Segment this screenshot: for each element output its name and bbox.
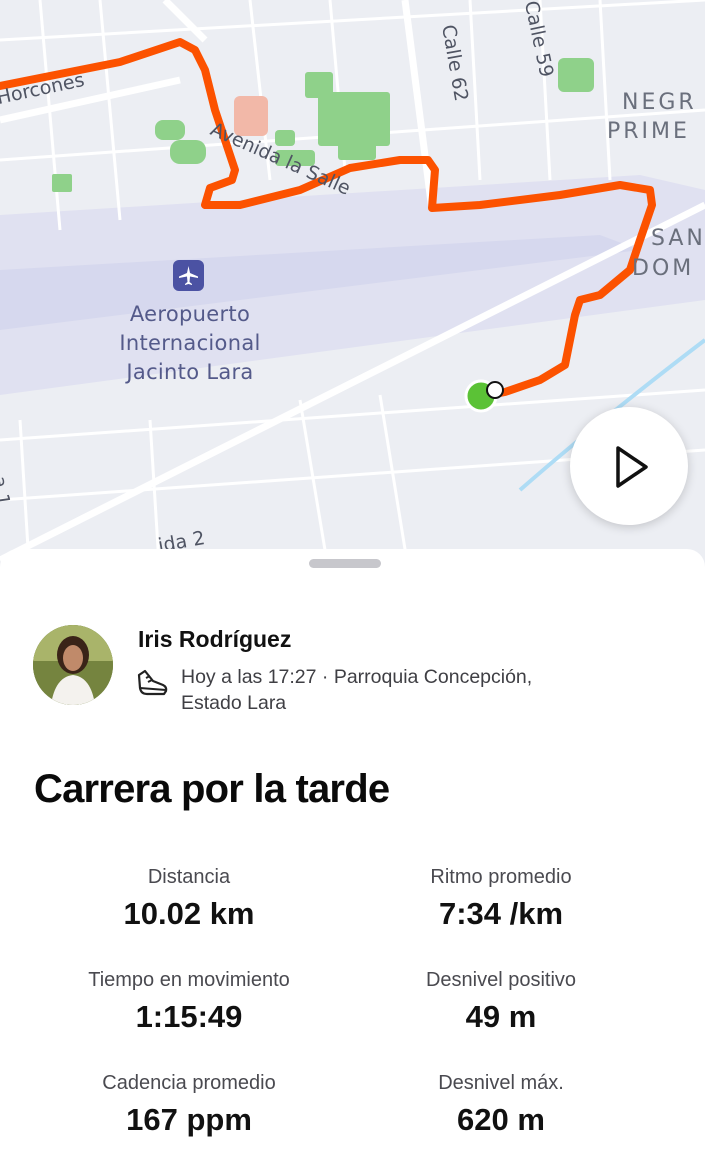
stat-value: 49 m	[465, 999, 537, 1034]
stat-label: Desnivel máx.	[438, 1072, 564, 1094]
avatar[interactable]	[33, 625, 113, 705]
stat-label: Ritmo promedio	[430, 866, 572, 888]
stat-value: 620 m	[457, 1102, 545, 1137]
activity-title: Carrera por la tarde	[34, 767, 390, 811]
place-label-san: SAN	[651, 226, 705, 251]
activity-datetime-location: Hoy a las 17:27 · Parroquia Concepción,	[181, 666, 533, 688]
stat-average-cadence: Cadencia promedio 167 ppm	[29, 1071, 349, 1138]
airport-label: Aeropuerto Internacional Jacinto Lara	[119, 302, 261, 384]
running-shoe-icon	[135, 666, 169, 705]
activity-sheet[interactable]: Iris Rodríguez Hoy a las 17:27 · Parroqu…	[0, 549, 705, 1149]
activity-region: Estado Lara	[181, 692, 287, 714]
stat-max-elevation: Desnivel máx. 620 m	[341, 1071, 661, 1138]
stat-value: 10.02 km	[123, 896, 255, 931]
airport-icon	[173, 260, 204, 291]
athlete-name[interactable]: Iris Rodríguez	[138, 626, 291, 653]
activity-meta: Hoy a las 17:27 · Parroquia Concepción, …	[181, 664, 601, 716]
stat-elevation-gain: Desnivel positivo 49 m	[341, 968, 661, 1035]
play-icon	[616, 446, 648, 488]
stat-label: Distancia	[147, 866, 231, 888]
stat-label: Tiempo en movimiento	[88, 969, 290, 991]
stat-average-pace: Ritmo promedio 7:34 /km	[341, 865, 661, 932]
route-map[interactable]: Aeropuerto Internacional Jacinto Lara Ho…	[0, 0, 705, 580]
drag-handle[interactable]	[309, 559, 381, 568]
stat-value: 7:34 /km	[438, 896, 564, 931]
stat-distance: Distancia 10.02 km	[29, 865, 349, 932]
stat-value: 1:15:49	[135, 999, 243, 1034]
stat-label: Desnivel positivo	[425, 969, 577, 991]
place-label-prime: PRIME	[607, 119, 690, 144]
stat-value: 167 ppm	[126, 1102, 252, 1137]
place-label-dom: DOM	[632, 256, 695, 281]
stat-moving-time: Tiempo en movimiento 1:15:49	[29, 968, 349, 1035]
stat-label: Cadencia promedio	[102, 1072, 276, 1094]
place-label-negr: NEGR	[622, 90, 697, 115]
play-flyover-button[interactable]	[570, 407, 688, 525]
finish-marker	[486, 381, 504, 399]
